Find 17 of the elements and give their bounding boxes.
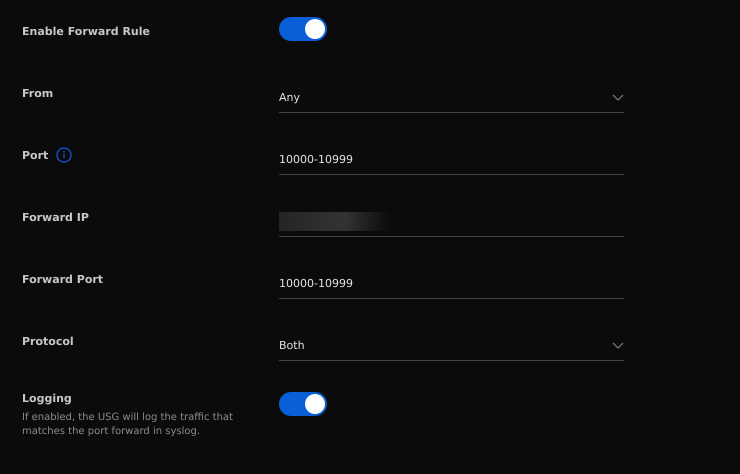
field-label: From	[22, 86, 54, 100]
input-field[interactable]: 10000-10999	[279, 269, 624, 299]
select-field[interactable]: Both	[279, 331, 624, 361]
field-label: Port	[22, 148, 48, 162]
toggle-switch[interactable]	[279, 17, 327, 41]
field-label: Protocol	[22, 334, 74, 348]
input-field[interactable]: 10000-10999	[279, 145, 624, 175]
chevron-down-icon	[612, 342, 624, 349]
chevron-down-icon	[612, 94, 624, 101]
field-description: If enabled, the USG will log the traffic that matches the port forward in syslog.	[22, 411, 234, 439]
field-label: Logging	[22, 392, 72, 405]
field-label: Enable Forward Rule	[22, 24, 150, 38]
toggle-switch[interactable]	[279, 392, 327, 416]
field-label: Forward IP	[22, 210, 89, 224]
field-label: Forward Port	[22, 272, 104, 286]
select-field[interactable]: Any	[279, 83, 624, 113]
info-icon[interactable]	[56, 147, 72, 163]
